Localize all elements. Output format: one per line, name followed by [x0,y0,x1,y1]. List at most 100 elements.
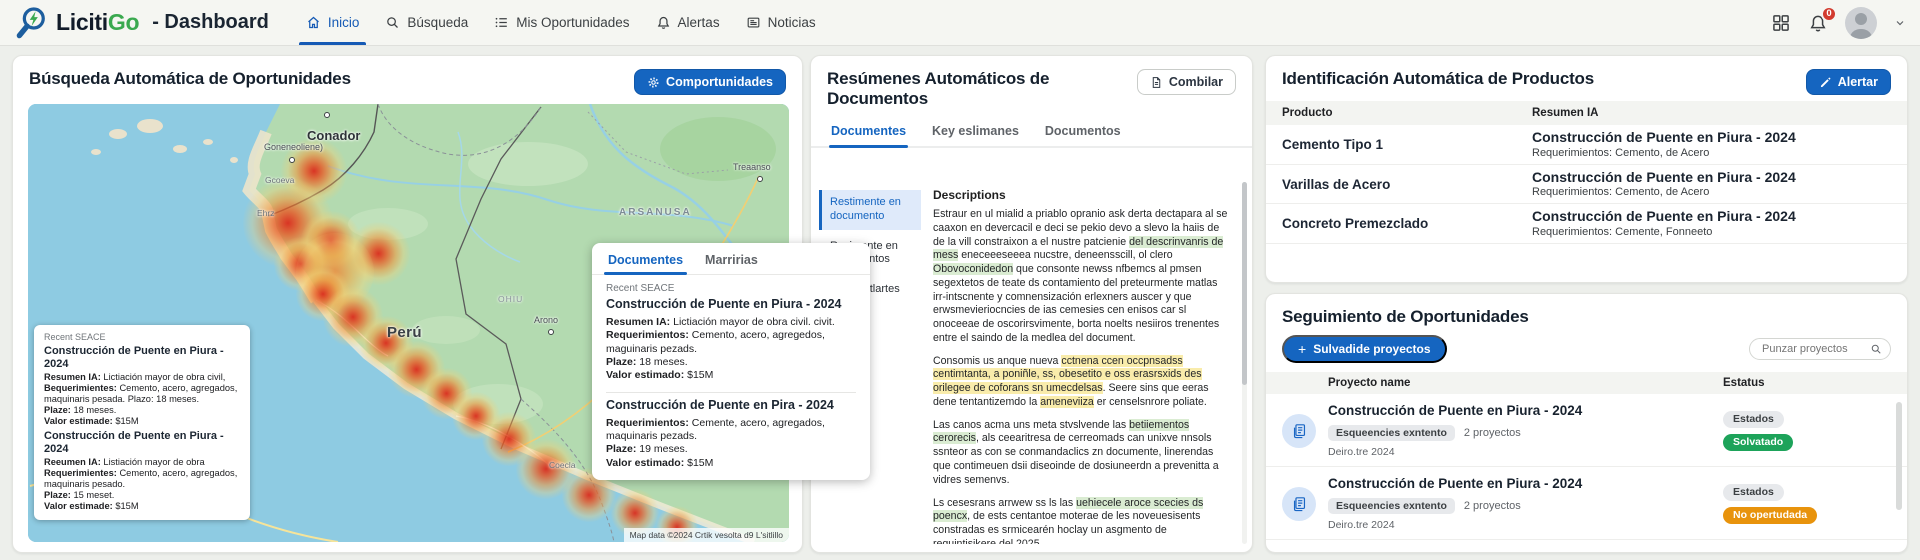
documents-body: Restimente en documento Recimente en doc… [819,182,1247,544]
project-search-box [1749,338,1891,360]
panel-title: Identificación Automática de Productos [1282,69,1594,88]
nav-item-inicio[interactable]: Inicio [293,0,373,45]
documents-scrollbar[interactable] [1242,182,1247,544]
project-search-input[interactable] [1760,342,1870,356]
document-paragraph: Ls cesesrans arrwew ss ls las uehiecele … [933,496,1204,544]
project-info: Construcción de Puente en Piura - 2024 Es… [1328,403,1723,458]
summary-detail: Requerimientos: Cemento, de Acero [1532,146,1710,159]
table-row[interactable]: Varillas de Acero Construcción de Puente … [1266,165,1907,205]
project-document-icon [1282,413,1316,448]
nav-item-noticias[interactable]: Noticias [733,0,829,45]
opportunity-detail: Valor estimade: $15M [44,501,139,512]
panel-head: Seguimiento de Oportunidades [1266,294,1907,333]
brand-name: LicitiGo [56,9,140,35]
tracking-scrollbar[interactable] [1896,402,1902,510]
nav-item-bu-squeda[interactable]: Búsqueda [372,0,481,45]
map-label: Coecla [549,460,576,470]
list-item[interactable]: Construcción de Puente en Piura - 2024 Es… [1266,467,1907,540]
scrollbar-thumb[interactable] [1242,182,1247,385]
map-label: Arono [534,315,559,325]
project-date: Deiro.tre 2024 [1328,519,1395,531]
alertar-button[interactable]: Alertar [1805,69,1891,95]
column-proyecto-name: Proyecto name [1328,377,1411,389]
map-label: Treaanso [733,162,771,172]
opportunity-detail: Valor estimado: $15M [606,369,714,382]
document-paragraph: Las canos acma uns meta stvslvende las b… [933,418,1219,486]
products-table-header: Producto Resumen IA [1266,101,1907,125]
popup-tab-marririas[interactable]: Marririas [705,253,758,274]
page-title: - Dashboard [152,11,269,33]
status-badge: Solvatado [1723,433,1794,451]
project-info: Construcción de Puente en Piura - 2024 Es… [1328,476,1723,531]
list-item[interactable]: Construcción de Puente en Piura - 2024 Es… [1266,394,1907,467]
notification-badge: 0 [1821,5,1837,22]
opportunity-title: Construcción de Puente en Piura - 2024 [44,345,224,370]
popup-tabs: Documentes Marririas [592,243,870,275]
sidebar-item-restimente[interactable]: Restimente en documento [819,190,921,230]
status-badge: No opertudada [1723,506,1818,524]
comportunidades-button[interactable]: Comportunidades [634,69,786,95]
notifications-button[interactable]: 0 [1808,5,1837,33]
column-estatus: Estatus [1723,377,1765,389]
opportunity-detail: Reeumen IA: Listiación mayor de obra [44,457,205,468]
project-meta: Esqueencies exntento 2 proyectos [1328,425,1723,441]
products-table-body: Cemento Tipo 1 Construcción de Puente en … [1266,125,1907,245]
nav-item-alertas[interactable]: Alertas [643,0,733,45]
map-label: OHIU [498,294,524,304]
tracking-table-header: Proyecto name Estatus [1266,372,1907,394]
column-resumen-ia: Resumen IA [1532,107,1599,119]
map-label: ARSANUSA [619,207,692,218]
nav-item-label: Búsqueda [407,15,469,30]
document-paragraph: Estraur en ul mialid a priablo opranio a… [933,208,1228,344]
status-label: Estados [1723,483,1784,501]
brand-logo[interactable]: LicitiGo - Dashboard [14,5,269,41]
summary-title: Construcción de Puente en Piura - 2024 [1532,129,1796,145]
map-label: Ehrz [257,208,275,218]
tab-documentos[interactable]: Documentos [1043,119,1123,146]
popup-body: Recent SEACE Construcción de Puente en P… [592,275,870,470]
table-row[interactable]: Concreto Premezclado Construcción de Puen… [1266,204,1907,245]
opportunity-title: Construcción de Puente en Piura - 2024 [606,297,842,311]
nav-item-mis-oportunidades[interactable]: Mis Oportunidades [481,0,642,45]
tracking-controls: + Sulvadide proyectos [1266,333,1907,372]
product-identification-panel: Identificación Automática de Productos A… [1265,55,1908,283]
pencil-icon [1820,77,1831,87]
tab-documentes[interactable]: Documentes [829,119,909,148]
search-icon [1871,344,1881,354]
search-icon [385,15,400,30]
top-nav-bar: LicitiGo - Dashboard Inicio Búsqueda Mis O… [0,0,1920,46]
document-summaries-panel: Resúmenes Automáticos de Documentos Comb… [810,55,1253,553]
tab-key-eslimanes[interactable]: Key eslimanes [930,119,1021,146]
panel-title: Resúmenes Automáticos de Documentos [827,69,1050,108]
map-label: Conador [307,128,361,143]
button-label: Sulvadide proyectos [1313,342,1431,356]
card-source-label: Recent SEACE [44,332,106,342]
main-nav: Inicio Búsqueda Mis Oportunidades Alertas No… [293,0,829,45]
account-menu-chevron[interactable] [1894,17,1906,29]
opportunity-detail: Valor estimade: $15M [44,416,139,427]
combilar-button[interactable]: Combilar [1136,69,1236,95]
user-silhouette-icon [1849,12,1873,39]
panel-title: Seguimiento de Oportunidades [1282,307,1529,326]
panel-head: Resúmenes Automáticos de Documentos Comb… [811,56,1252,115]
popup-tab-documentes[interactable]: Documentes [603,253,688,275]
apps-grid-icon[interactable] [1771,13,1791,33]
chevron-down-icon [1896,20,1904,25]
map-popup-card: Documentes Marririas Recent SEACE Constr… [592,243,870,480]
card-source-label: Recent SEACE [606,283,675,294]
avatar[interactable] [1845,6,1877,39]
opportunity-detail: Resumen IA: Lictiación mayor de obra civ… [606,316,835,328]
summary-title: Construcción de Puente en Piura - 2024 [1532,168,1796,185]
map-attribution: Map data ©2024 Crtik vesolta d9 L'sitlil… [623,528,789,542]
status-label: Estados [1723,410,1784,428]
project-title: Construcción de Puente en Piura - 2024 [1328,476,1583,491]
panel-head: Identificación Automática de Productos A… [1266,56,1907,101]
project-meta: Esqueencies exntento 2 proyectos [1328,498,1723,514]
opportunity-detail: Requerimientes: Cemento, acero, agregado… [44,468,238,490]
opportunity-detail: Resumen IA: Lictiación mayor de obra civ… [44,372,226,383]
product-summary: Construcción de Puente en Piura - 2024 Re… [1532,168,1796,198]
add-project-button[interactable]: + Sulvadide proyectos [1282,335,1447,363]
project-tag: Esqueencies exntento [1328,425,1455,441]
table-row[interactable]: Cemento Tipo 1 Construcción de Puente en … [1266,125,1907,165]
opportunity-title: Construcción de Puente en Pira - 2024 [606,397,834,412]
